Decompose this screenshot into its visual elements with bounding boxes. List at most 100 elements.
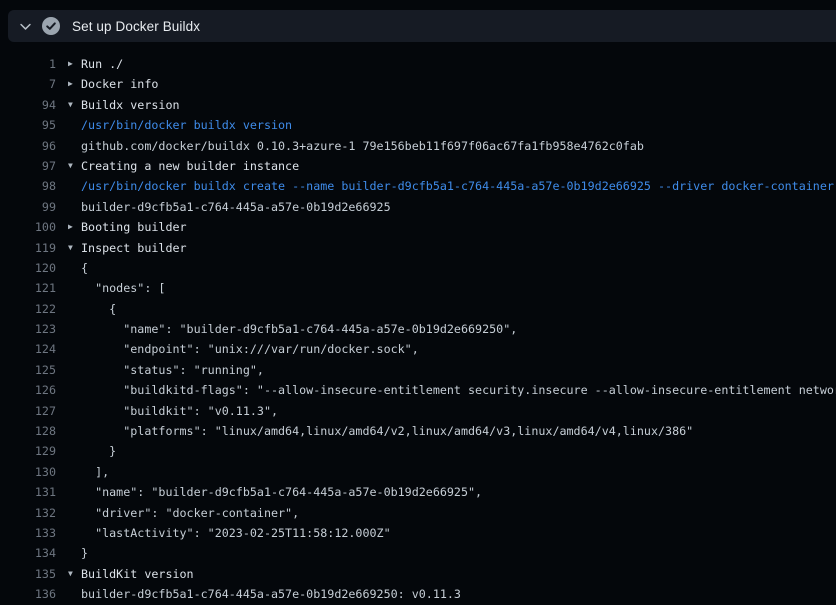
step-header[interactable]: Set up Docker Buildx: [8, 10, 836, 42]
twisty-spacer: [68, 258, 81, 278]
twisty-spacer: [68, 136, 81, 156]
log-text: Inspect builder: [81, 238, 187, 258]
twisty-spacer: [68, 523, 81, 543]
twisty-spacer: [68, 380, 81, 400]
line-number[interactable]: 136: [0, 584, 56, 604]
log-text: {: [81, 299, 116, 319]
log-text: ],: [81, 462, 109, 482]
chevron-right-icon[interactable]: ▶: [68, 54, 81, 74]
log-line[interactable]: 7 ▶ Docker info: [0, 74, 836, 94]
log-text: "buildkit": "v0.11.3",: [81, 401, 278, 421]
log-line[interactable]: 94 ▼ Buildx version: [0, 95, 836, 115]
log-text: "platforms": "linux/amd64,linux/amd64/v2…: [81, 421, 693, 441]
line-number[interactable]: 133: [0, 523, 56, 543]
twisty-spacer: [68, 441, 81, 461]
line-number[interactable]: 1: [0, 54, 56, 74]
log-line[interactable]: 1 ▶ Run ./: [0, 54, 836, 74]
line-number[interactable]: 123: [0, 319, 56, 339]
log-line: 122 {: [0, 299, 836, 319]
twisty-spacer: [68, 401, 81, 421]
twisty-spacer: [68, 584, 81, 604]
line-number[interactable]: 129: [0, 441, 56, 461]
log-text: Run ./: [81, 54, 123, 74]
log-line[interactable]: 119 ▼ Inspect builder: [0, 238, 836, 258]
log-line: 95 /usr/bin/docker buildx version: [0, 115, 836, 135]
log-line: 126 "buildkitd-flags": "--allow-insecure…: [0, 380, 836, 400]
line-number[interactable]: 134: [0, 543, 56, 563]
chevron-down-icon[interactable]: ▼: [68, 238, 81, 258]
log-text: BuildKit version: [81, 564, 194, 584]
log-text: builder-d9cfb5a1-c764-445a-a57e-0b19d2e6…: [81, 197, 391, 217]
line-number[interactable]: 97: [0, 156, 56, 176]
line-number[interactable]: 99: [0, 197, 56, 217]
twisty-spacer: [68, 278, 81, 298]
log-text: "lastActivity": "2023-02-25T11:58:12.000…: [81, 523, 391, 543]
chevron-right-icon[interactable]: ▶: [68, 74, 81, 94]
line-number[interactable]: 128: [0, 421, 56, 441]
line-number[interactable]: 96: [0, 136, 56, 156]
line-number[interactable]: 100: [0, 217, 56, 237]
log-line[interactable]: 97 ▼ Creating a new builder instance: [0, 156, 836, 176]
twisty-spacer: [68, 462, 81, 482]
log-line: 120 {: [0, 258, 836, 278]
log-line: 123 "name": "builder-d9cfb5a1-c764-445a-…: [0, 319, 836, 339]
twisty-spacer: [68, 503, 81, 523]
log-line: 121 "nodes": [: [0, 278, 836, 298]
log-text: }: [81, 441, 116, 461]
line-number[interactable]: 98: [0, 176, 56, 196]
log-line: 128 "platforms": "linux/amd64,linux/amd6…: [0, 421, 836, 441]
twisty-spacer: [68, 176, 81, 196]
log-line: 134 }: [0, 543, 836, 563]
twisty-spacer: [68, 299, 81, 319]
log-line: 127 "buildkit": "v0.11.3",: [0, 401, 836, 421]
log-text: {: [81, 258, 88, 278]
twisty-spacer: [68, 482, 81, 502]
line-number[interactable]: 132: [0, 503, 56, 523]
log-line[interactable]: 135 ▼ BuildKit version: [0, 564, 836, 584]
twisty-spacer: [68, 339, 81, 359]
line-number[interactable]: 135: [0, 564, 56, 584]
log-text: builder-d9cfb5a1-c764-445a-a57e-0b19d2e6…: [81, 584, 461, 604]
twisty-spacer: [68, 543, 81, 563]
chevron-down-icon[interactable]: ▼: [68, 564, 81, 584]
log-text: "status": "running",: [81, 360, 264, 380]
log-line: 98 /usr/bin/docker buildx create --name …: [0, 176, 836, 196]
line-number[interactable]: 131: [0, 482, 56, 502]
log-text: "name": "builder-d9cfb5a1-c764-445a-a57e…: [81, 319, 517, 339]
log-line: 133 "lastActivity": "2023-02-25T11:58:12…: [0, 523, 836, 543]
chevron-down-icon[interactable]: ▼: [68, 156, 81, 176]
chevron-right-icon[interactable]: ▶: [68, 217, 81, 237]
log-text: /usr/bin/docker buildx create --name bui…: [81, 176, 834, 196]
twisty-spacer: [68, 360, 81, 380]
line-number[interactable]: 126: [0, 380, 56, 400]
log-text: }: [81, 543, 88, 563]
log-line[interactable]: 100 ▶ Booting builder: [0, 217, 836, 237]
log-text: "buildkitd-flags": "--allow-insecure-ent…: [81, 380, 836, 400]
log-text: "name": "builder-d9cfb5a1-c764-445a-a57e…: [81, 482, 482, 502]
log-line: 99 builder-d9cfb5a1-c764-445a-a57e-0b19d…: [0, 197, 836, 217]
line-number[interactable]: 121: [0, 278, 56, 298]
log-line: 129 }: [0, 441, 836, 461]
line-number[interactable]: 119: [0, 238, 56, 258]
line-number[interactable]: 122: [0, 299, 56, 319]
chevron-down-icon[interactable]: [8, 20, 42, 33]
line-number[interactable]: 7: [0, 74, 56, 94]
line-number[interactable]: 125: [0, 360, 56, 380]
line-number[interactable]: 94: [0, 95, 56, 115]
log-line: 132 "driver": "docker-container",: [0, 503, 836, 523]
line-number[interactable]: 95: [0, 115, 56, 135]
log-line: 130 ],: [0, 462, 836, 482]
log-line: 131 "name": "builder-d9cfb5a1-c764-445a-…: [0, 482, 836, 502]
log-text: "endpoint": "unix:///var/run/docker.sock…: [81, 339, 419, 359]
log-text: /usr/bin/docker buildx version: [81, 115, 292, 135]
line-number[interactable]: 124: [0, 339, 56, 359]
log-text: "driver": "docker-container",: [81, 503, 299, 523]
log-text: Creating a new builder instance: [81, 156, 299, 176]
line-number[interactable]: 120: [0, 258, 56, 278]
line-number[interactable]: 127: [0, 401, 56, 421]
chevron-down-icon[interactable]: ▼: [68, 95, 81, 115]
log-line: 136 builder-d9cfb5a1-c764-445a-a57e-0b19…: [0, 584, 836, 604]
check-circle-icon: [42, 17, 60, 35]
log-text: "nodes": [: [81, 278, 165, 298]
line-number[interactable]: 130: [0, 462, 56, 482]
